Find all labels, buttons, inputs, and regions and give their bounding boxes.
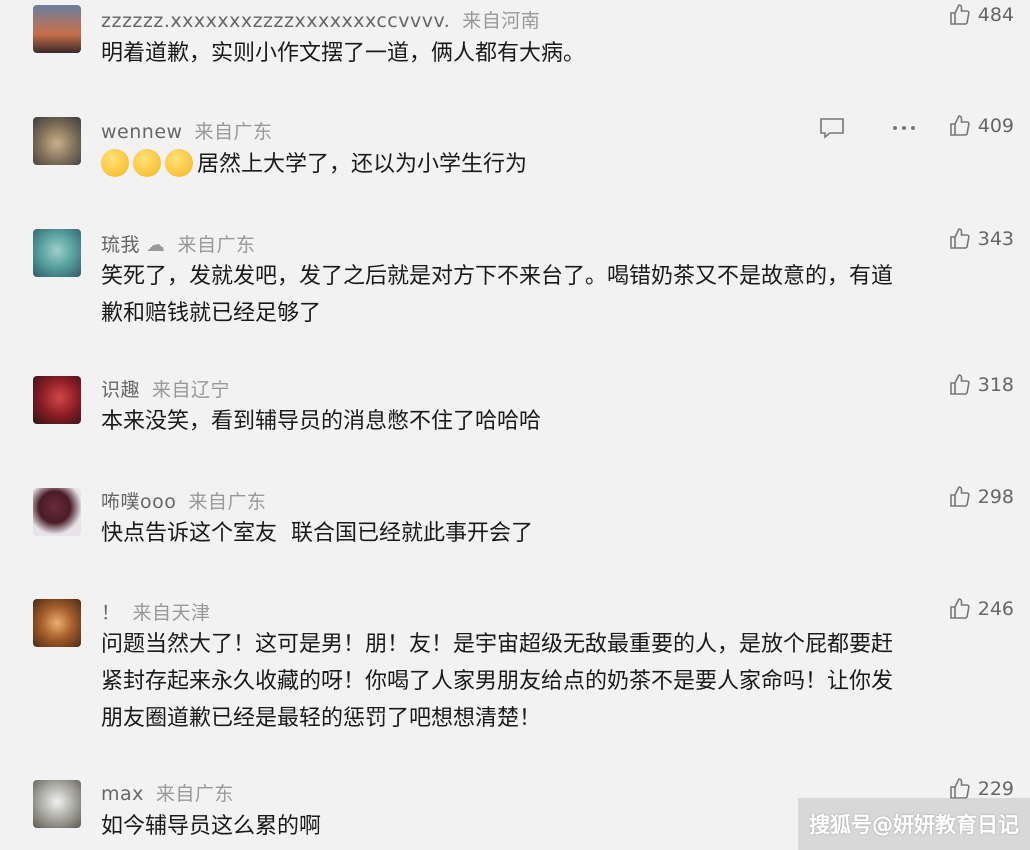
comment-text: 本来没笑，看到辅导员的消息憋不住了哈哈哈 — [101, 409, 542, 434]
like-button[interactable]: 343 — [948, 227, 1014, 251]
thumbs-up-icon — [949, 115, 970, 136]
location: 来自广东 — [155, 783, 234, 805]
username[interactable]: wennew — [101, 121, 183, 143]
comment-text: 快点告诉这个室友 联合国已经就此事开会了 — [101, 521, 533, 546]
thumbs-up-icon — [949, 4, 970, 25]
like-count: 484 — [977, 4, 1014, 26]
thumbs-up-icon — [949, 598, 970, 619]
like-count: 409 — [977, 115, 1014, 137]
like-count: 318 — [977, 374, 1014, 396]
username[interactable]: 咘噗ooo — [101, 491, 176, 513]
comment-text: 明着道歉，实则小作文摆了一道，俩人都有大病。 — [101, 41, 586, 66]
sleepy-emoji-icon — [101, 149, 129, 177]
avatar[interactable] — [33, 780, 81, 828]
like-count: 246 — [977, 598, 1014, 620]
reply-icon[interactable] — [818, 116, 846, 140]
comment-text: 笑死了，发就发吧，发了之后就是对方下不来台了。喝错奶茶又不是故意的，有道 歉和赔… — [101, 264, 894, 326]
more-icon[interactable] — [890, 116, 918, 140]
sleepy-emoji-icon — [165, 149, 193, 177]
username[interactable]: 琉我 — [101, 234, 140, 256]
username[interactable]: zzzzzz.xxxxxxxzzzzxxxxxxxccvvvv. — [101, 10, 450, 32]
like-button[interactable]: 246 — [948, 597, 1014, 621]
like-count: 343 — [977, 228, 1014, 250]
avatar[interactable] — [33, 229, 81, 277]
avatar[interactable] — [33, 488, 81, 536]
thumbs-up-icon — [949, 486, 970, 507]
sleepy-emoji-icon — [133, 149, 161, 177]
avatar[interactable] — [33, 117, 81, 165]
like-button[interactable]: 298 — [948, 485, 1014, 509]
watermark: 搜狐号@妍妍教育日记 — [798, 798, 1030, 850]
avatar[interactable] — [33, 376, 81, 424]
like-count: 229 — [977, 778, 1014, 800]
location: 来自天津 — [132, 602, 211, 624]
like-button[interactable]: 318 — [948, 373, 1014, 397]
avatar[interactable] — [33, 5, 81, 53]
location: 来自辽宁 — [152, 379, 231, 401]
comment-text: 居然上大学了，还以为小学生行为 — [101, 146, 1016, 183]
like-button[interactable]: 484 — [948, 3, 1014, 27]
location: 来自广东 — [194, 121, 273, 143]
username[interactable]: max — [101, 783, 144, 805]
location: 来自河南 — [462, 10, 541, 32]
like-button[interactable]: 409 — [948, 114, 1014, 138]
username[interactable]: 识趣 — [101, 379, 140, 401]
thumbs-up-icon — [949, 374, 970, 395]
comment-text: 问题当然大了！这可是男！朋！友！是宇宙超级无敌最重要的人，是放个屁都要赶 紧封存… — [101, 632, 894, 731]
like-count: 298 — [977, 486, 1014, 508]
username[interactable]: ！ — [101, 602, 121, 624]
location: 来自广东 — [188, 491, 267, 513]
avatar[interactable] — [33, 599, 81, 647]
thumbs-up-icon — [949, 228, 970, 249]
badge-icon: ☁ — [146, 234, 166, 256]
location: 来自广东 — [177, 234, 256, 256]
